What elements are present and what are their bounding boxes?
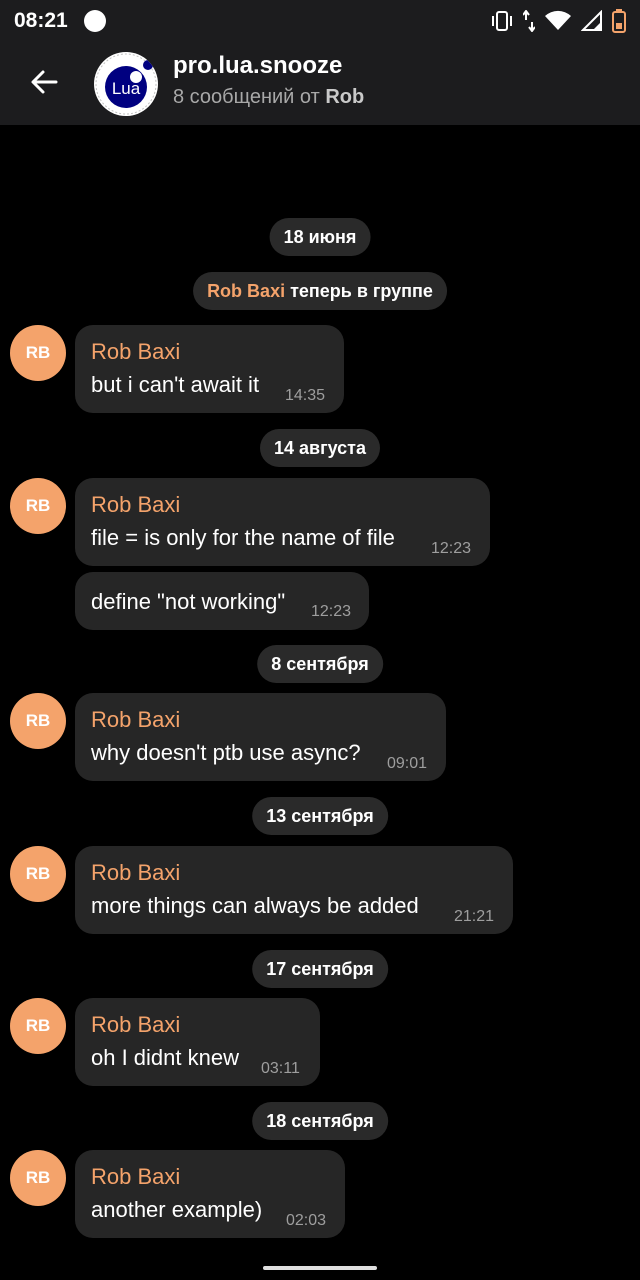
message-text: but i can't await it [91,372,260,397]
message-time: 14:35 [285,387,326,404]
sender-avatar[interactable]: RB [10,478,66,534]
message-bubble[interactable]: Rob Baxi why doesn't ptb use async? 09:0… [75,693,446,781]
message-time: 02:03 [286,1212,327,1229]
vibrate-icon [492,11,512,31]
chat-title[interactable]: pro.lua.snooze [173,52,342,80]
message-sender[interactable]: Rob Baxi [91,492,180,518]
sender-avatar[interactable]: RB [10,1150,66,1206]
notification-dot-icon [84,10,106,32]
message-text: more things can always be added [91,893,419,918]
message-sender[interactable]: Rob Baxi [91,707,180,733]
sender-avatar[interactable]: RB [10,325,66,381]
message-text: another example) [91,1197,263,1222]
service-message-user[interactable]: Rob Baxi [207,281,285,301]
message-bubble[interactable]: Rob Baxi another example) 02:03 [75,1150,345,1238]
arrow-left-icon [31,70,58,94]
message-bubble[interactable]: Rob Baxi oh I didnt knew 03:11 [75,998,320,1086]
message-text: why doesn't ptb use async? [91,740,361,765]
message-bubble[interactable]: Rob Baxi but i can't await it 14:35 [75,325,344,413]
sender-avatar[interactable]: RB [10,998,66,1054]
service-message-text: теперь в группе [285,281,433,301]
sender-avatar[interactable]: RB [10,693,66,749]
status-time: 08:21 [14,9,68,32]
sender-avatar[interactable]: RB [10,846,66,902]
status-icons [490,8,626,34]
date-separator: 18 сентября [252,1102,388,1140]
message-bubble[interactable]: Rob Baxi file = is only for the name of … [75,478,490,566]
date-separator: 8 сентября [257,645,383,683]
chat-header: Lua pro.lua.snooze 8 сообщений от Rob [0,40,640,125]
lua-logo-text: Lua [112,79,141,98]
message-bubble[interactable]: Rob Baxi more things can always be added… [75,846,513,934]
message-bubble[interactable]: define "not working" 12:23 [75,572,369,630]
wifi-icon [545,10,571,30]
message-sender[interactable]: Rob Baxi [91,1164,180,1190]
data-arrows-icon [523,10,535,32]
message-text: define "not working" [91,589,286,614]
service-message: Rob Baxi теперь в группе [193,272,447,310]
message-text: oh I didnt knew [91,1045,239,1070]
message-text: file = is only for the name of file [91,525,395,550]
home-indicator[interactable] [263,1266,377,1270]
date-separator: 18 июня [269,218,371,256]
date-separator: 13 сентября [252,797,388,835]
back-button[interactable] [24,62,64,102]
message-time: 12:23 [311,603,352,620]
date-separator: 17 сентября [252,950,388,988]
message-time: 09:01 [387,755,428,772]
message-sender[interactable]: Rob Baxi [91,860,180,886]
battery-low-icon [612,9,626,33]
message-time: 21:21 [454,908,495,925]
date-separator: 14 августа [260,429,380,467]
message-sender[interactable]: Rob Baxi [91,339,180,365]
chat-subtitle-name: Rob [325,86,365,108]
message-time: 03:11 [261,1060,300,1077]
signal-icon [581,10,602,31]
message-time: 12:23 [431,540,472,557]
status-bar: 08:21 [0,0,640,40]
chat-subtitle: 8 сообщений от Rob [173,86,364,109]
chat-subtitle-prefix: 8 сообщений от [173,86,326,108]
message-sender[interactable]: Rob Baxi [91,1012,180,1038]
chat-avatar[interactable]: Lua [94,52,158,116]
